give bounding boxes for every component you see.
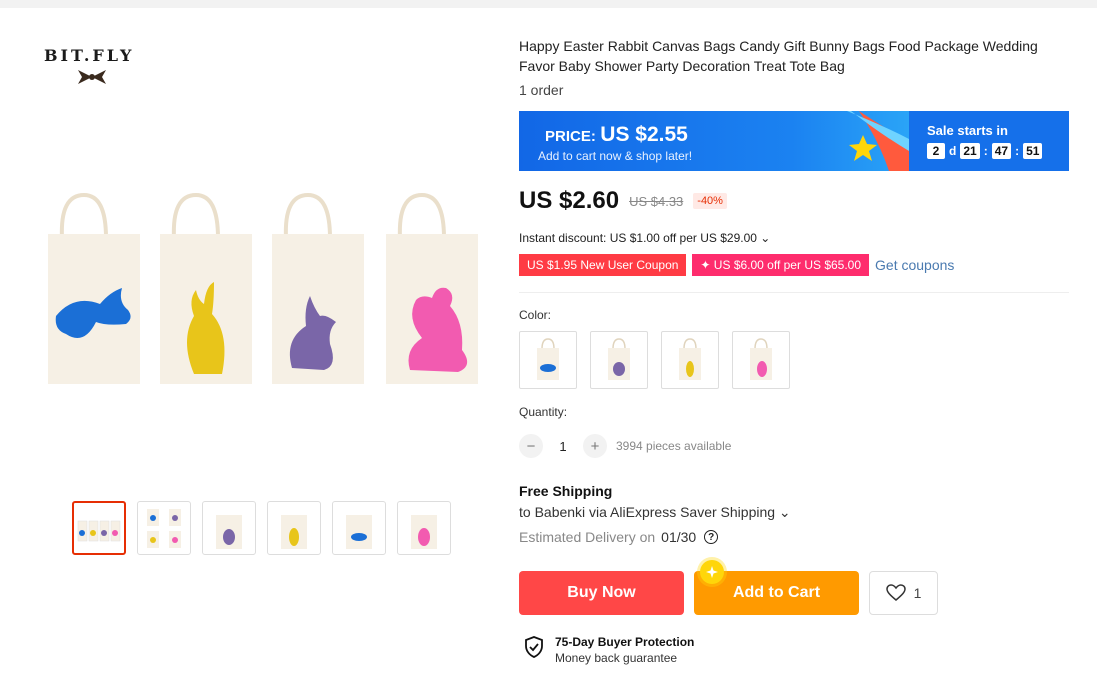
countdown-hours: 21 <box>960 143 980 159</box>
promo-price-panel: PRICE: US $2.55 Add to cart now & shop l… <box>519 111 909 171</box>
countdown-seconds: 51 <box>1023 143 1043 159</box>
thumbnail-strip <box>72 501 452 555</box>
buy-now-button[interactable]: Buy Now <box>519 571 684 615</box>
order-count: 1 order <box>519 82 564 98</box>
bow-icon <box>78 70 106 84</box>
quantity-minus-button[interactable]: − <box>519 434 543 458</box>
bag-purple <box>272 192 364 384</box>
original-price: US $4.33 <box>629 193 684 209</box>
product-details: Happy Easter Rabbit Canvas Bags Candy Gi… <box>519 36 1074 98</box>
bag-yellow <box>160 192 252 384</box>
discount-badge: -40% <box>693 193 727 209</box>
protection-title: 75-Day Buyer Protection <box>555 635 695 649</box>
thumbnail-pink[interactable] <box>397 501 451 555</box>
promo-price: PRICE: US $2.55 <box>545 123 688 147</box>
thumb-image <box>281 515 307 549</box>
quantity-plus-button[interactable]: + <box>583 434 607 458</box>
thumb-image <box>77 520 121 542</box>
promo-subtitle: Add to cart now & shop later! <box>538 149 693 163</box>
brand-logo: BIT.FLY <box>44 46 154 90</box>
countdown-sep: : <box>983 144 988 158</box>
star-decoration-icon <box>847 111 909 171</box>
promo-price-value: US $2.55 <box>600 123 688 146</box>
instant-discount-dropdown[interactable]: Instant discount: US $1.00 off per US $2… <box>519 231 770 245</box>
quantity-input[interactable]: 1 <box>548 439 578 454</box>
thumb-image <box>411 515 437 549</box>
swatch-image <box>679 338 701 380</box>
swatch-image <box>608 338 630 380</box>
current-price: US $2.60 <box>519 187 620 214</box>
thumbnail-grid[interactable] <box>137 501 191 555</box>
buyer-protection: 75-Day Buyer Protection Money back guara… <box>523 635 694 665</box>
divider <box>519 292 1069 293</box>
bag-blue <box>48 192 140 384</box>
thumbnail-purple[interactable] <box>202 501 256 555</box>
product-gallery: BIT.FLY <box>44 40 490 492</box>
promo-price-label: PRICE: <box>545 128 596 145</box>
quantity-stepper: − 1 + 3994 pieces available <box>519 434 731 458</box>
swatch-image <box>537 338 559 380</box>
thumbnail-yellow[interactable] <box>267 501 321 555</box>
color-swatches <box>519 331 790 389</box>
swatch-image <box>750 338 772 380</box>
wishlist-button[interactable]: 1 <box>869 571 938 615</box>
new-user-coupon[interactable]: US $1.95 New User Coupon <box>519 254 687 276</box>
price-row: US $2.60 US $4.33 -40% <box>519 187 727 215</box>
thumb-image <box>346 515 372 549</box>
bag-pink <box>386 192 478 384</box>
wishlist-count: 1 <box>913 585 922 601</box>
quantity-available: 3994 pieces available <box>616 439 732 453</box>
sparkle-icon <box>706 566 718 578</box>
product-title: Happy Easter Rabbit Canvas Bags Candy Gi… <box>519 38 1038 74</box>
color-label: Color: <box>519 308 552 322</box>
brand-name: BIT.FLY <box>44 46 135 65</box>
store-coupon[interactable]: ✦ US $6.00 off per US $65.00 <box>692 254 870 276</box>
question-icon[interactable]: ? <box>704 530 719 544</box>
thumb-image <box>147 509 181 548</box>
countdown-days: 2 <box>927 143 945 159</box>
protection-subtitle: Money back guarantee <box>555 651 678 665</box>
color-option-pink[interactable] <box>732 331 790 389</box>
heart-icon <box>885 584 906 601</box>
color-option-purple[interactable] <box>590 331 648 389</box>
top-bar <box>0 0 1097 8</box>
countdown-timer: 2 d 21 : 47 : 51 <box>927 143 1069 159</box>
coin-badge-icon <box>700 560 724 584</box>
color-option-blue[interactable] <box>519 331 577 389</box>
estimated-delivery: Estimated Delivery on 01/30 ? <box>519 529 719 545</box>
quantity-label: Quantity: <box>519 405 568 419</box>
countdown-minutes: 47 <box>991 143 1012 159</box>
thumbnail-blue[interactable] <box>332 501 386 555</box>
shipping-title: Free Shipping <box>519 483 613 499</box>
estimated-delivery-label: Estimated Delivery on <box>519 529 656 545</box>
get-coupons-link[interactable]: Get coupons <box>875 257 954 273</box>
estimated-delivery-date: 01/30 <box>661 529 697 545</box>
sale-title: Sale starts in <box>927 123 1008 138</box>
protection-text: 75-Day Buyer Protection Money back guara… <box>555 635 694 665</box>
sale-countdown-panel: Sale starts in 2 d 21 : 47 : 51 <box>909 111 1069 171</box>
countdown-days-unit: d <box>949 144 957 158</box>
thumb-image <box>216 515 242 549</box>
main-product-image[interactable] <box>44 190 490 400</box>
thumbnail-all[interactable] <box>72 501 126 555</box>
color-option-yellow[interactable] <box>661 331 719 389</box>
countdown-sep: : <box>1015 144 1020 158</box>
shipping-route-dropdown[interactable]: to Babenki via AliExpress Saver Shipping… <box>519 504 791 521</box>
promo-banner[interactable]: PRICE: US $2.55 Add to cart now & shop l… <box>519 111 1069 171</box>
coupon-row: US $1.95 New User Coupon ✦ US $6.00 off … <box>519 254 954 276</box>
shield-check-icon <box>525 636 543 658</box>
